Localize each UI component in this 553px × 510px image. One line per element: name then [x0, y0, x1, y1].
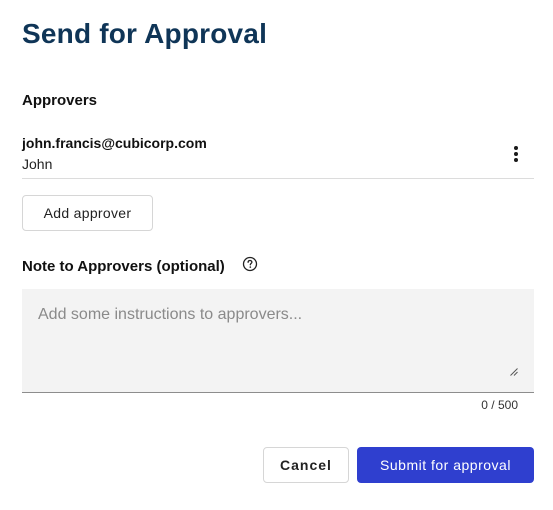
send-for-approval-dialog: Send for Approval Approvers john.francis…	[0, 0, 553, 510]
submit-for-approval-button[interactable]: Submit for approval	[357, 447, 534, 483]
cancel-button[interactable]: Cancel	[263, 447, 349, 483]
approvers-label: Approvers	[22, 92, 98, 109]
note-label: Note to Approvers (optional)	[22, 258, 225, 275]
resize-grip-icon[interactable]	[510, 368, 518, 376]
approver-email: john.francis@cubicorp.com	[22, 135, 207, 151]
more-vertical-icon[interactable]	[512, 146, 520, 166]
add-approver-button[interactable]: Add approver	[22, 195, 153, 231]
question-circle-icon[interactable]	[242, 256, 258, 272]
dialog-title: Send for Approval	[22, 18, 268, 49]
approver-row: john.francis@cubicorp.com John	[22, 132, 534, 179]
note-textarea[interactable]	[22, 289, 534, 392]
note-field-container	[22, 289, 534, 393]
approver-name: John	[22, 156, 53, 172]
character-counter: 0 / 500	[481, 398, 518, 412]
